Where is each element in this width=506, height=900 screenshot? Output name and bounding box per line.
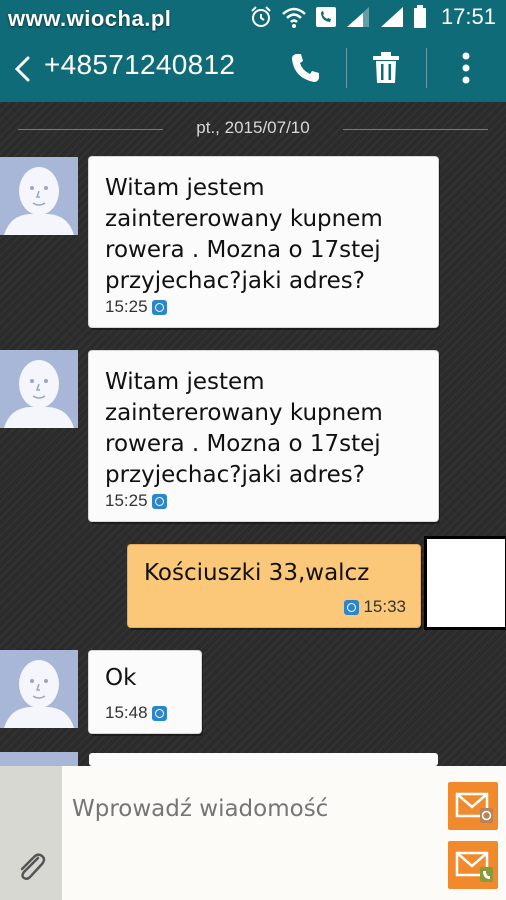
message-meta: 15:48 [105,703,167,723]
battery-icon [413,5,426,28]
avatar [0,752,78,766]
globe-icon [344,599,360,615]
contact-number: +48571240812 [44,49,236,80]
send-sim1-icon [455,792,493,823]
message-text: Witam jestem zaintererowany kupnem rower… [105,369,383,488]
date-separator: pt., 2015/07/10 [18,118,488,140]
message-bubble-outgoing[interactable]: Kościuszki 33,walcz 15:33 [128,545,420,627]
watermark: www.wiocha.pl [8,6,172,31]
paperclip-icon[interactable] [14,850,48,884]
phone-status-icon [315,7,336,27]
chevron-left-icon[interactable] [10,54,36,84]
message-time: 15:48 [105,703,148,722]
message-text: Witam jestem zaintererowany kupnem rower… [105,175,383,294]
message-time: 15:25 [105,297,148,316]
globe-icon [151,299,167,315]
message-bubble-incoming [89,753,438,766]
overflow-menu-icon[interactable] [448,50,484,86]
message-bubble-incoming[interactable]: Witam jestem zaintererowany kupnem rower… [89,351,438,521]
globe-icon [151,705,167,721]
phone-icon[interactable] [288,50,324,86]
person-icon [4,360,74,428]
avatar[interactable] [0,650,78,728]
date-label: pt., 2015/07/10 [196,118,310,137]
divider [346,48,347,88]
message-text: Kościuszki 33,walcz [144,560,370,586]
avatar[interactable] [0,157,78,235]
send-sim2-icon [455,851,493,882]
conversation-header: +48571240812 [0,34,506,102]
composer [0,766,506,900]
person-icon [4,660,74,728]
alarm-icon [251,6,271,27]
person-icon [4,167,74,235]
attach-panel [0,766,62,900]
wifi-icon [282,7,306,28]
message-meta: 15:33 [344,597,406,617]
signal-icon [346,7,369,27]
message-text: Ok [105,665,137,691]
divider [426,48,427,88]
status-icons: 17:51 [249,4,496,30]
message-time: 15:25 [105,491,148,510]
message-bubble-incoming[interactable]: Witam jestem zaintererowany kupnem rower… [89,157,438,327]
message-meta: 15:25 [105,491,167,511]
globe-icon [151,493,167,509]
trash-icon[interactable] [368,50,404,86]
signal-icon [380,7,403,27]
send-sim2-button[interactable] [448,841,498,889]
message-bubble-incoming[interactable]: Ok 15:48 [89,651,201,733]
avatar[interactable] [0,350,78,428]
clock: 17:51 [440,4,496,29]
message-time: 15:33 [363,597,406,616]
message-meta: 15:25 [105,297,167,317]
redaction-box [424,536,506,630]
send-sim1-button[interactable] [448,782,498,830]
message-input[interactable] [70,788,424,830]
status-bar: www.wiocha.pl 17:51 [0,0,506,34]
